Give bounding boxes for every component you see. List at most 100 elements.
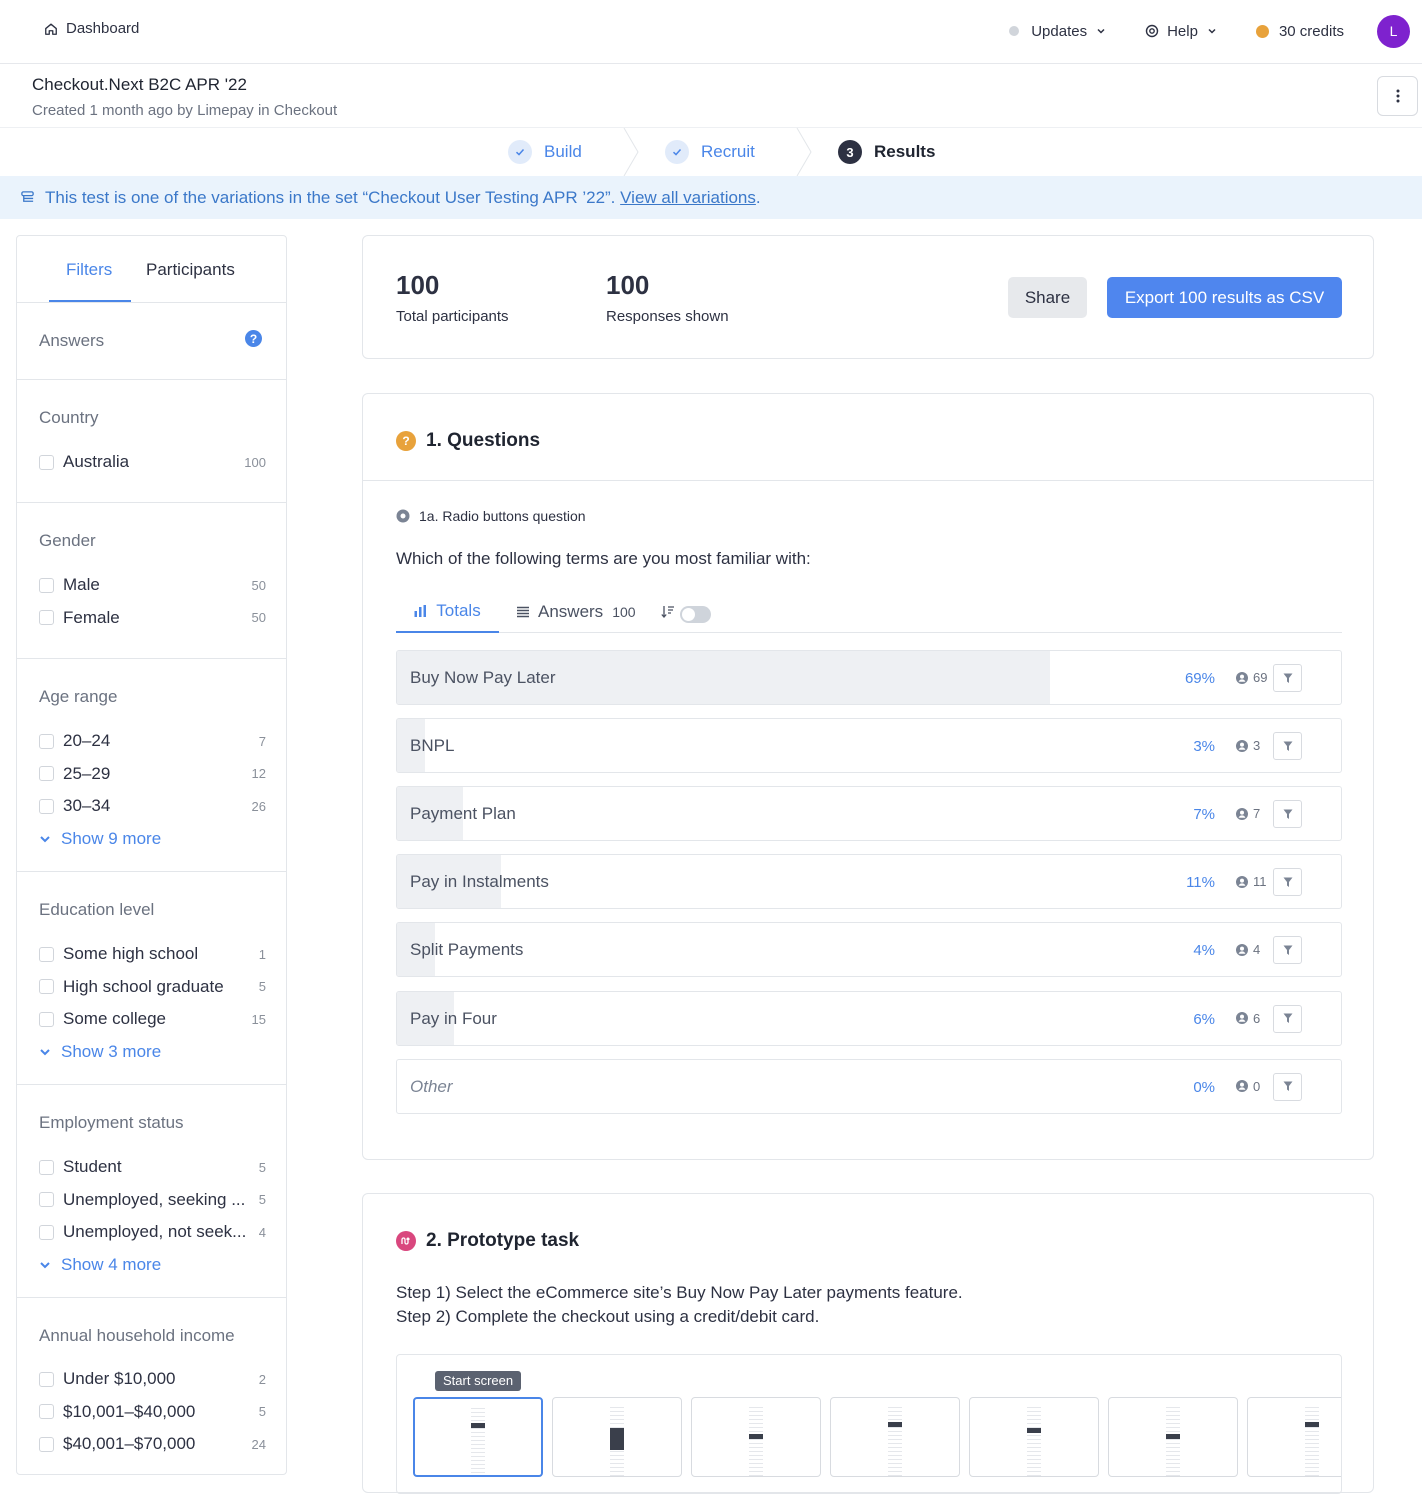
filter-by-answer-button[interactable] [1273, 800, 1302, 829]
checkbox[interactable] [39, 1436, 54, 1452]
user-icon [1236, 1080, 1248, 1093]
checkbox[interactable] [39, 1159, 54, 1175]
funnel-icon [1283, 945, 1292, 955]
tab-participants[interactable]: Participants [146, 260, 235, 280]
answer-percentage: 11% [1186, 874, 1215, 892]
screen-thumbnail[interactable] [552, 1397, 682, 1477]
help-icon[interactable]: ? [245, 330, 262, 347]
screen-thumbnail[interactable] [969, 1397, 1099, 1477]
banner-end: . [755, 187, 761, 207]
answer-count-value: 11 [1253, 874, 1267, 890]
filter-option[interactable]: Some high school 1 [17, 938, 286, 971]
answer-label: Pay in Instalments [410, 872, 549, 892]
show-more-label: Show 4 more [61, 1254, 162, 1274]
checkbox[interactable] [39, 454, 54, 470]
filter-option-label: $40,001–$70,000 [63, 1434, 196, 1454]
filter-option[interactable]: $10,001–$40,000 5 [17, 1396, 286, 1429]
tab-answers-label: Answers [538, 601, 604, 621]
filter-by-answer-button[interactable] [1273, 868, 1302, 897]
user-icon [1236, 1012, 1248, 1024]
filter-option-label: Some college [63, 1009, 167, 1029]
avatar[interactable]: L [1377, 14, 1410, 48]
checkbox[interactable] [39, 1404, 54, 1420]
answer-label: Payment Plan [410, 804, 516, 824]
vertical-dots-icon [1396, 89, 1399, 103]
filter-by-answer-button[interactable] [1273, 1004, 1302, 1033]
show-more-button[interactable]: Show 4 more [17, 1249, 286, 1281]
step-build[interactable]: Build [508, 140, 582, 164]
screen-preview [1166, 1404, 1180, 1476]
checkbox[interactable] [39, 1224, 54, 1240]
checkbox[interactable] [39, 610, 54, 626]
screen-thumbnail[interactable] [1108, 1397, 1238, 1477]
share-button[interactable]: Share [1008, 277, 1087, 318]
filter-option[interactable]: 20–24 7 [17, 725, 286, 758]
filter-option[interactable]: Unemployed, not seek... 4 [17, 1216, 286, 1249]
answer-count: 11 [1236, 874, 1267, 889]
screen-thumbnail[interactable] [413, 1397, 543, 1477]
checkbox[interactable] [39, 946, 54, 962]
filter-option[interactable]: 25–29 12 [17, 758, 286, 791]
filter-option[interactable]: Female 50 [17, 602, 286, 635]
filter-by-answer-button[interactable] [1273, 664, 1302, 692]
filter-by-answer-button[interactable] [1273, 1072, 1302, 1101]
check-icon [508, 140, 532, 164]
step-results[interactable]: 3 Results [838, 140, 935, 164]
total-participants-value: 100 [396, 270, 440, 300]
filters-sidebar: Filters Participants Answers ? Country A… [16, 235, 287, 1475]
show-more-button[interactable]: Show 3 more [17, 1036, 286, 1068]
checkbox[interactable] [39, 1371, 54, 1387]
checkbox[interactable] [39, 1192, 54, 1208]
checkbox[interactable] [39, 798, 54, 814]
credits-indicator[interactable]: 30 credits [1255, 22, 1344, 40]
filter-answers: Answers ? [17, 303, 286, 380]
checkbox[interactable] [39, 766, 54, 782]
checkbox[interactable] [39, 979, 54, 995]
view-all-variations-link[interactable]: View all variations [620, 188, 756, 207]
sort-icon[interactable] [661, 605, 675, 619]
prototype-title: 2. Prototype task [426, 1230, 580, 1251]
questions-title: 1. Questions [426, 430, 541, 451]
filter-option[interactable]: $40,001–$70,000 24 [17, 1428, 286, 1461]
filter-option[interactable]: 30–34 26 [17, 790, 286, 823]
screen-preview [1027, 1404, 1041, 1476]
more-options-button[interactable] [1377, 76, 1418, 116]
tab-answers[interactable]: Answers 100 [517, 590, 636, 633]
screen-thumbnail[interactable] [830, 1397, 960, 1477]
checkbox[interactable] [39, 733, 54, 749]
answer-count: 69 [1236, 670, 1267, 685]
dashboard-link[interactable]: Dashboard [44, 20, 139, 37]
checkbox[interactable] [39, 577, 54, 593]
prototype-icon [396, 1231, 416, 1251]
credits-label: 30 credits [1278, 22, 1344, 40]
answer-label: Buy Now Pay Later [410, 668, 556, 687]
filter-option[interactable]: Australia 100 [17, 446, 286, 479]
filter-option-label: Male [63, 575, 100, 595]
test-header: Checkout.Next B2C APR '22 Created 1 mont… [0, 64, 1422, 128]
tab-totals[interactable]: Totals [396, 590, 499, 633]
funnel-icon [1283, 1013, 1292, 1023]
screen-preview-band [471, 1423, 485, 1428]
show-more-button[interactable]: Show 9 more [17, 823, 286, 855]
sort-toggle[interactable] [680, 606, 711, 623]
filter-section-title: Age range [39, 687, 118, 706]
updates-menu[interactable]: Updates [1009, 23, 1107, 40]
answer-percentage: 7% [1193, 806, 1215, 824]
filter-option-count: 1 [258, 946, 266, 962]
filter-option[interactable]: Male 50 [17, 569, 286, 602]
summary-card: 100 Total participants 100 Responses sho… [362, 235, 1374, 359]
screen-thumbnail[interactable] [1247, 1397, 1341, 1477]
filter-by-answer-button[interactable] [1273, 936, 1302, 965]
filter-option[interactable]: Student 5 [17, 1151, 286, 1184]
export-csv-button[interactable]: Export 100 results as CSV [1107, 277, 1342, 318]
filter-option[interactable]: Some college 15 [17, 1003, 286, 1036]
tab-filters[interactable]: Filters [66, 260, 112, 280]
screen-thumbnail[interactable] [691, 1397, 821, 1477]
filter-option[interactable]: Under $10,000 2 [17, 1363, 286, 1396]
step-recruit[interactable]: Recruit [665, 140, 755, 164]
filter-option[interactable]: High school graduate 5 [17, 971, 286, 1004]
help-menu[interactable]: Help [1145, 23, 1218, 40]
checkbox[interactable] [39, 1011, 54, 1027]
filter-by-answer-button[interactable] [1273, 732, 1302, 761]
filter-option[interactable]: Unemployed, seeking ... 5 [17, 1184, 286, 1217]
